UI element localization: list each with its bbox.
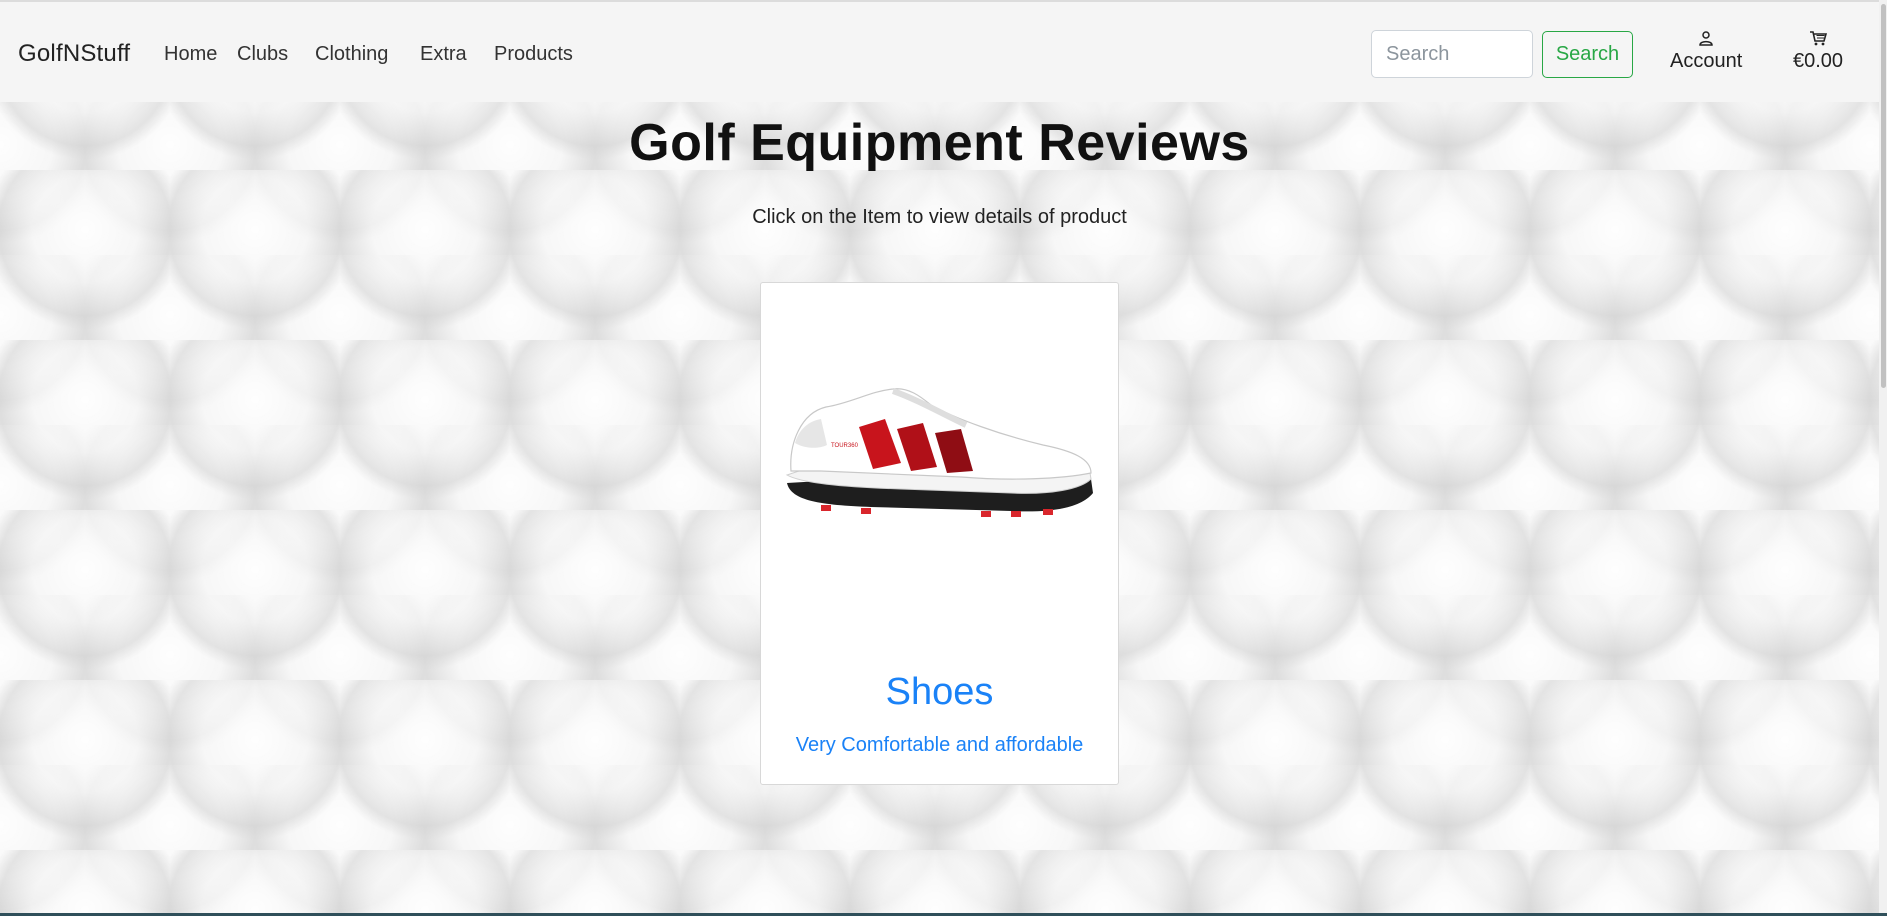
- account-label: Account: [1670, 50, 1743, 72]
- product-title: Shoes: [885, 671, 994, 713]
- svg-text:TOUR360: TOUR360: [831, 443, 859, 449]
- navbar: GolfNStuff Home Clubs Clothing Extra Pro…: [0, 2, 1887, 102]
- user-icon: [1698, 30, 1714, 50]
- scrollbar-thumb[interactable]: [1881, 4, 1886, 388]
- nav-link-home[interactable]: Home: [164, 43, 217, 66]
- cart-total: €0.00: [1793, 50, 1844, 72]
- page-subtitle: Click on the Item to view details of pro…: [752, 206, 1127, 228]
- search-input[interactable]: [1371, 30, 1533, 78]
- brand-logo-link[interactable]: GolfNStuff: [18, 40, 130, 68]
- cart-button[interactable]: €0.00: [1793, 30, 1843, 73]
- nav-link-extra[interactable]: Extra: [420, 43, 467, 66]
- page-title: Golf Equipment Reviews: [629, 114, 1250, 172]
- product-description: Very Comfortable and affordable: [795, 734, 1084, 756]
- cart-icon: [1809, 30, 1828, 50]
- nav-link-products[interactable]: Products: [494, 43, 573, 66]
- nav-link-clothing[interactable]: Clothing: [315, 43, 388, 66]
- product-card-shoes[interactable]: TOUR360 Shoes Very Comfortable and affor…: [760, 282, 1119, 785]
- account-button[interactable]: Account: [1670, 30, 1742, 73]
- nav-link-clubs[interactable]: Clubs: [237, 43, 288, 66]
- golf-shoe-image: TOUR360: [781, 383, 1099, 533]
- search-button[interactable]: Search: [1542, 31, 1633, 78]
